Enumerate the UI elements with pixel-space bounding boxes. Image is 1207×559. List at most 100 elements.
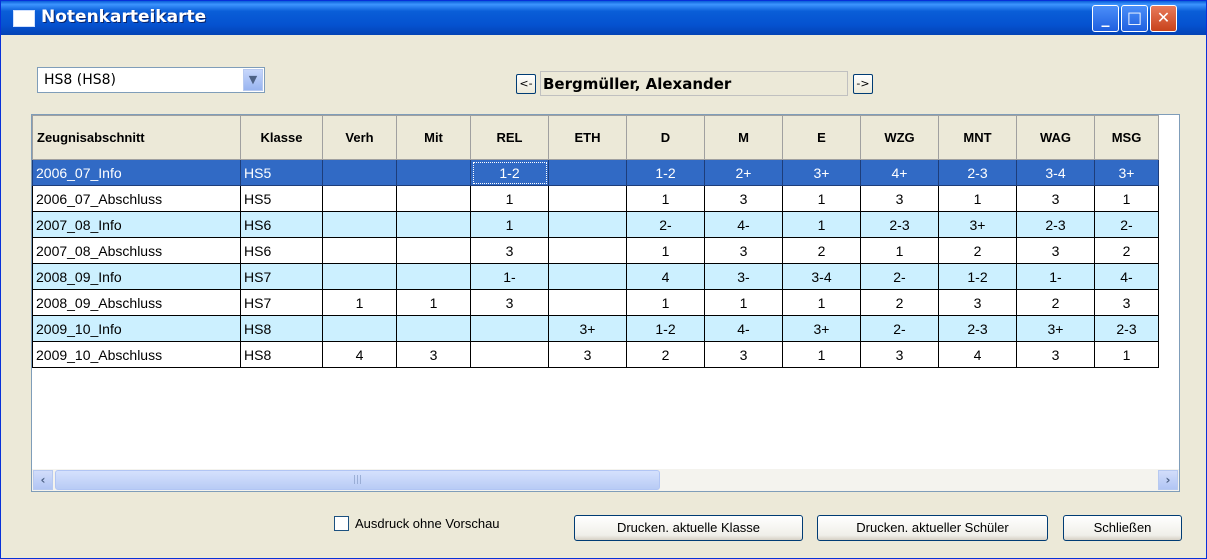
- class-select[interactable]: HS8 (HS8) ▼: [37, 67, 265, 93]
- table-cell[interactable]: 4-: [704, 211, 783, 238]
- table-cell[interactable]: [396, 237, 471, 264]
- table-cell[interactable]: HS6: [240, 211, 323, 238]
- table-cell[interactable]: 1: [782, 341, 861, 368]
- table-cell[interactable]: 3: [470, 237, 549, 264]
- table-cell[interactable]: 4-: [704, 315, 783, 342]
- table-cell[interactable]: 1-2: [470, 159, 549, 186]
- scroll-right-icon[interactable]: ›: [1158, 470, 1178, 490]
- table-cell[interactable]: [548, 237, 627, 264]
- table-cell[interactable]: 2007_08_Info: [32, 211, 241, 238]
- table-cell[interactable]: HS6: [240, 237, 323, 264]
- table-row[interactable]: 2008_09_Info HS7 1- 4 3- 3-4 2- 1-2 1- 4-: [32, 263, 1159, 290]
- chevron-down-icon[interactable]: ▼: [243, 69, 263, 91]
- table-cell[interactable]: 2: [1094, 237, 1159, 264]
- table-cell[interactable]: 1: [470, 211, 549, 238]
- table-cell[interactable]: 2006_07_Info: [32, 159, 241, 186]
- column-header-wzg[interactable]: WZG: [860, 115, 939, 160]
- table-cell[interactable]: 3: [1016, 185, 1095, 212]
- table-cell[interactable]: 1: [1094, 341, 1159, 368]
- table-cell[interactable]: 4-: [1094, 263, 1159, 290]
- table-cell[interactable]: 1: [860, 237, 939, 264]
- table-cell[interactable]: [548, 289, 627, 316]
- table-cell[interactable]: 3+: [782, 159, 861, 186]
- table-cell[interactable]: 3+: [1016, 315, 1095, 342]
- table-cell[interactable]: [548, 263, 627, 290]
- previous-student-button[interactable]: <-: [516, 74, 536, 94]
- column-header-rel[interactable]: REL: [470, 115, 549, 160]
- table-cell[interactable]: 3: [704, 185, 783, 212]
- table-cell[interactable]: [470, 315, 549, 342]
- column-header-d[interactable]: D: [626, 115, 705, 160]
- column-header-eth[interactable]: ETH: [548, 115, 627, 160]
- table-cell[interactable]: 2008_09_Info: [32, 263, 241, 290]
- scroll-left-icon[interactable]: ‹: [33, 470, 53, 490]
- column-header-m[interactable]: M: [704, 115, 783, 160]
- minimize-button[interactable]: _: [1092, 5, 1119, 32]
- column-header-e[interactable]: E: [782, 115, 861, 160]
- column-header-mnt[interactable]: MNT: [938, 115, 1017, 160]
- table-row[interactable]: 2006_07_Abschluss HS5 1 1 3 1 3 1 3 1: [32, 185, 1159, 212]
- table-cell[interactable]: 2: [938, 237, 1017, 264]
- column-header-wag[interactable]: WAG: [1016, 115, 1095, 160]
- table-cell[interactable]: 2-3: [938, 159, 1017, 186]
- table-row[interactable]: 2007_08_Abschluss HS6 3 1 3 2 1 2 3 2: [32, 237, 1159, 264]
- table-cell[interactable]: HS5: [240, 159, 323, 186]
- column-header-verh[interactable]: Verh: [322, 115, 397, 160]
- table-cell[interactable]: 1: [704, 289, 783, 316]
- table-cell[interactable]: 2-3: [1094, 315, 1159, 342]
- table-row[interactable]: 2009_10_Info HS8 3+ 1-2 4- 3+ 2- 2-3 3+ 2-3: [32, 315, 1159, 342]
- table-cell[interactable]: 1: [626, 185, 705, 212]
- table-cell[interactable]: 2008_09_Abschluss: [32, 289, 241, 316]
- column-header-klasse[interactable]: Klasse: [240, 115, 323, 160]
- table-cell[interactable]: 1-2: [938, 263, 1017, 290]
- table-cell[interactable]: 1: [322, 289, 397, 316]
- table-cell[interactable]: 3+: [938, 211, 1017, 238]
- table-row[interactable]: 2008_09_Abschluss HS7 1 1 3 1 1 1 2 3 2 3: [32, 289, 1159, 316]
- table-cell[interactable]: 2007_08_Abschluss: [32, 237, 241, 264]
- title-bar[interactable]: Notenkarteikarte _ □ ✕: [1, 1, 1206, 35]
- close-button[interactable]: Schließen: [1063, 515, 1182, 541]
- table-cell[interactable]: [322, 315, 397, 342]
- table-cell[interactable]: 3: [1016, 341, 1095, 368]
- table-cell[interactable]: 2009_10_Abschluss: [32, 341, 241, 368]
- table-cell[interactable]: 1: [782, 185, 861, 212]
- table-cell[interactable]: 2-3: [1016, 211, 1095, 238]
- table-cell[interactable]: 3+: [548, 315, 627, 342]
- horizontal-scrollbar[interactable]: ‹ ||| ›: [32, 469, 1179, 491]
- table-cell[interactable]: 3: [704, 341, 783, 368]
- table-cell[interactable]: 3: [396, 341, 471, 368]
- maximize-button[interactable]: □: [1121, 5, 1148, 32]
- table-cell[interactable]: 3-4: [1016, 159, 1095, 186]
- table-cell[interactable]: HS7: [240, 263, 323, 290]
- table-cell[interactable]: [396, 211, 471, 238]
- table-cell[interactable]: 4: [938, 341, 1017, 368]
- table-cell[interactable]: 1: [1094, 185, 1159, 212]
- table-cell[interactable]: [322, 211, 397, 238]
- column-header-msg[interactable]: MSG: [1094, 115, 1159, 160]
- table-cell[interactable]: 3+: [782, 315, 861, 342]
- column-header-mit[interactable]: Mit: [396, 115, 471, 160]
- table-cell[interactable]: 1: [626, 237, 705, 264]
- table-row[interactable]: 2007_08_Info HS6 1 2- 4- 1 2-3 3+ 2-3 2-: [32, 211, 1159, 238]
- table-cell[interactable]: [470, 341, 549, 368]
- table-cell[interactable]: 2: [1016, 289, 1095, 316]
- table-cell[interactable]: 2-: [860, 315, 939, 342]
- table-cell[interactable]: 2009_10_Info: [32, 315, 241, 342]
- table-cell[interactable]: [396, 185, 471, 212]
- table-cell[interactable]: [396, 263, 471, 290]
- table-cell[interactable]: 4: [322, 341, 397, 368]
- table-cell[interactable]: 4: [626, 263, 705, 290]
- table-cell[interactable]: 3: [1016, 237, 1095, 264]
- table-cell[interactable]: 3-: [704, 263, 783, 290]
- table-cell[interactable]: 1: [470, 185, 549, 212]
- table-cell[interactable]: 3+: [1094, 159, 1159, 186]
- table-cell[interactable]: 1-: [470, 263, 549, 290]
- table-cell[interactable]: 3: [860, 185, 939, 212]
- table-cell[interactable]: [396, 159, 471, 186]
- table-cell[interactable]: HS8: [240, 341, 323, 368]
- print-class-button[interactable]: Drucken. aktuelle Klasse: [574, 515, 803, 541]
- print-student-button[interactable]: Drucken. aktueller Schüler: [817, 515, 1048, 541]
- column-header-zeugnisabschnitt[interactable]: Zeugnisabschnitt: [32, 115, 241, 160]
- table-cell[interactable]: 3: [704, 237, 783, 264]
- table-cell[interactable]: 2+: [704, 159, 783, 186]
